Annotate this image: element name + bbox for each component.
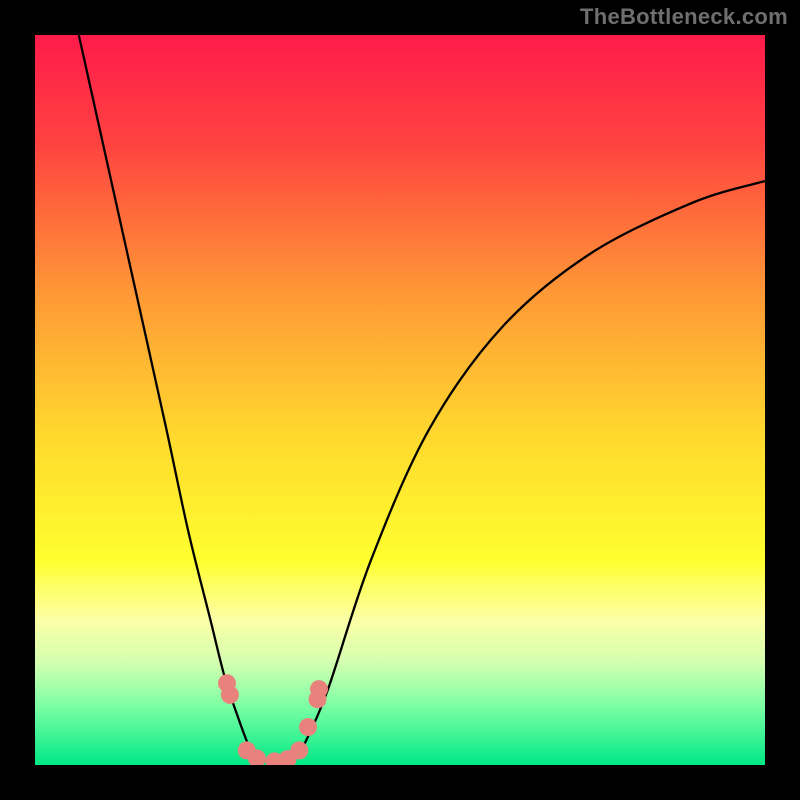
highlight-dot xyxy=(221,686,239,704)
gradient-background xyxy=(35,35,765,765)
plot-area xyxy=(35,35,765,765)
watermark-label: TheBottleneck.com xyxy=(580,4,788,30)
highlight-dot xyxy=(290,741,308,759)
figure-frame: TheBottleneck.com xyxy=(0,0,800,800)
highlight-dot xyxy=(310,680,328,698)
chart-canvas xyxy=(35,35,765,765)
highlight-dot xyxy=(299,718,317,736)
